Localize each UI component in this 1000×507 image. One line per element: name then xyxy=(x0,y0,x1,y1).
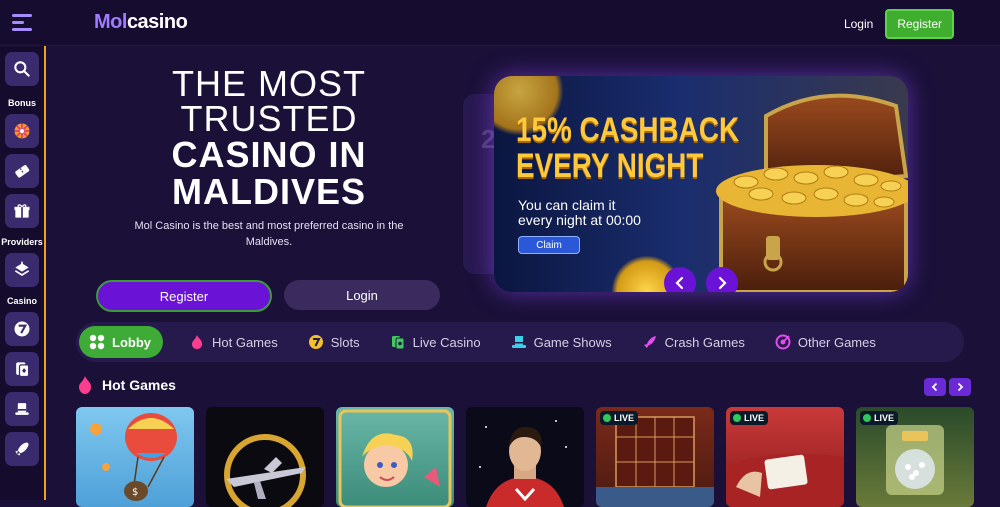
game-card[interactable]: LIVE xyxy=(856,407,974,507)
game-card[interactable] xyxy=(336,407,454,507)
chevron-right-icon xyxy=(718,276,727,290)
header-register-button[interactable]: Register xyxy=(885,9,954,39)
gift-icon xyxy=(14,204,30,218)
category-live-casino[interactable]: Live Casino xyxy=(390,326,481,358)
game-card[interactable]: LIVE xyxy=(726,407,844,507)
sidebar-label-bonus: Bonus xyxy=(8,98,36,108)
category-crash-games-label: Crash Games xyxy=(664,334,745,350)
sidebar-label-providers: Providers xyxy=(1,237,43,247)
live-cards-icon xyxy=(391,336,405,350)
hero-login-button[interactable]: Login xyxy=(284,280,440,310)
live-dot-icon xyxy=(603,414,611,422)
game-card[interactable]: $ xyxy=(76,407,194,507)
category-hot-games-label: Hot Games xyxy=(212,334,278,350)
game-card[interactable] xyxy=(466,407,584,507)
flame-icon xyxy=(192,335,202,349)
stack-icon xyxy=(14,261,30,276)
hero-register-button[interactable]: Register xyxy=(96,280,272,312)
logo-casino: casino xyxy=(126,11,188,33)
cards-icon xyxy=(16,362,30,378)
slot-seven-icon xyxy=(308,335,323,349)
hero-description: Mol Casino is the best and most preferre… xyxy=(134,220,404,248)
logo[interactable]: Molcasino xyxy=(94,11,188,34)
live-badge: LIVE xyxy=(730,411,769,425)
sidebar-search-button[interactable] xyxy=(5,52,39,86)
banner-prev-button[interactable] xyxy=(664,267,696,292)
hero-title-line-4: MALDIVES xyxy=(171,171,366,212)
game-card[interactable]: LIVE xyxy=(596,407,714,507)
hot-games-next-button[interactable] xyxy=(949,378,971,396)
hero-title-line-3: CASINO IN xyxy=(171,134,367,175)
promo-banner[interactable]: 15% CASHBACK EVERY NIGHT You can claim i… xyxy=(494,76,908,292)
balloon-game-thumbnail: $ xyxy=(90,413,177,501)
svg-text:$: $ xyxy=(132,487,138,498)
category-slots[interactable]: Slots xyxy=(308,326,360,358)
sidebar-item-game-shows[interactable] xyxy=(5,392,39,426)
sidebar-item-crash[interactable] xyxy=(5,432,39,466)
category-hot-games[interactable]: Hot Games xyxy=(189,326,278,358)
live-badge-label: LIVE xyxy=(744,413,765,423)
hat-icon xyxy=(15,403,29,415)
grid-icon xyxy=(89,334,105,350)
sidebar-item-gift[interactable] xyxy=(5,194,39,228)
live-badge: LIVE xyxy=(600,411,639,425)
logo-mol: Mol xyxy=(94,11,127,33)
sidebar-item-providers[interactable] xyxy=(5,253,39,287)
category-game-shows[interactable]: Game Shows xyxy=(511,326,612,358)
hot-games-prev-button[interactable] xyxy=(924,378,946,396)
hero-section: THE MOST TRUSTED CASINO IN MALDIVES Mol … xyxy=(96,66,442,312)
live-dot-icon xyxy=(733,414,741,422)
search-icon xyxy=(14,61,30,77)
chevron-left-icon xyxy=(931,382,938,392)
sidebar-item-slots[interactable] xyxy=(5,312,39,346)
banner-subtext-line-2: every night at 00:00 xyxy=(518,212,641,228)
menu-icon[interactable] xyxy=(12,14,32,31)
target-icon xyxy=(775,334,791,350)
hot-games-heading: Hot Games xyxy=(76,375,176,395)
header-login-link[interactable]: Login xyxy=(844,17,873,31)
flame-icon xyxy=(79,376,91,394)
seven-icon xyxy=(14,321,30,337)
sidebar-item-ticket[interactable] xyxy=(5,154,39,188)
banner-subtext: You can claim it every night at 00:00 xyxy=(518,198,641,228)
sidebar-item-wheel[interactable] xyxy=(5,114,39,148)
hot-games-title: Hot Games xyxy=(102,377,176,393)
jet-game-thumbnail xyxy=(224,434,306,507)
rocket-icon xyxy=(15,442,29,456)
category-other-games-label: Other Games xyxy=(797,334,876,350)
top-hat-icon xyxy=(511,336,526,348)
sidebar: Bonus Providers Casino xyxy=(0,46,46,500)
hero-title-line-1: THE MOST xyxy=(172,63,366,104)
hero-game-thumbnail xyxy=(479,420,567,507)
cupid-game-thumbnail xyxy=(338,409,452,507)
treasure-chest-image xyxy=(716,93,908,292)
banner-next-button[interactable] xyxy=(706,267,738,292)
game-card[interactable] xyxy=(206,407,324,507)
rocket-icon xyxy=(643,336,656,348)
live-badge-label: LIVE xyxy=(614,413,635,423)
chevron-left-icon xyxy=(675,276,684,290)
category-live-casino-label: Live Casino xyxy=(412,334,481,350)
hero-title-line-2: TRUSTED xyxy=(180,98,358,139)
category-game-shows-label: Game Shows xyxy=(533,334,612,350)
category-lobby[interactable]: Lobby xyxy=(79,326,163,358)
ticket-icon xyxy=(15,165,30,178)
category-lobby-label: Lobby xyxy=(112,334,151,350)
top-bar: Molcasino Login Register xyxy=(0,0,1000,46)
live-badge: LIVE xyxy=(860,411,899,425)
live-dot-icon xyxy=(863,414,871,422)
sidebar-item-cards[interactable] xyxy=(5,352,39,386)
live-badge-label: LIVE xyxy=(874,413,895,423)
banner-subtext-line-1: You can claim it xyxy=(518,197,616,213)
category-bar: Lobby Hot Games Slots Live Casino Game S… xyxy=(76,322,964,362)
claim-button[interactable]: Claim xyxy=(518,236,580,254)
category-crash-games[interactable]: Crash Games xyxy=(642,326,745,358)
category-other-games[interactable]: Other Games xyxy=(775,326,876,358)
category-slots-label: Slots xyxy=(330,334,360,350)
chevron-right-icon xyxy=(957,382,964,392)
sidebar-label-casino: Casino xyxy=(6,296,37,306)
hot-games-list: $ LIVE LIVE LIVE xyxy=(76,407,974,507)
wheel-icon xyxy=(14,123,30,139)
